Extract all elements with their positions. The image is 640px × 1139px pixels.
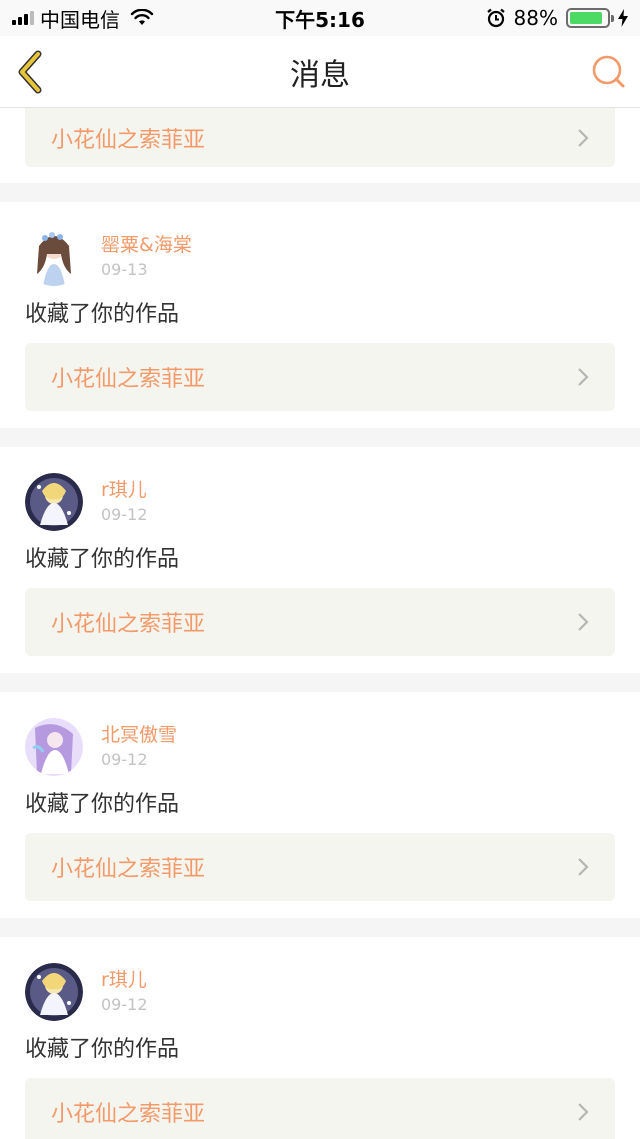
work-title: 小花仙之索菲亚 [51,612,206,637]
battery-icon [566,8,614,28]
user-row: 罂粟&海棠 09-13 [25,225,615,289]
action-text: 收藏了你的作品 [25,792,180,817]
card-divider [0,673,640,692]
message-date: 09-13 [101,260,148,279]
message-date: 09-12 [101,995,148,1014]
message-date: 09-12 [101,505,148,524]
work-title: 小花仙之索菲亚 [51,857,206,882]
work-title: 小花仙之索菲亚 [51,127,206,153]
message-card: 罂粟&海棠 09-13 收藏了你的作品 小花仙之索菲亚 [0,202,640,428]
work-link[interactable]: 小花仙之索菲亚 [25,833,615,901]
back-button[interactable] [12,50,52,94]
user-name[interactable]: 罂粟&海棠 [101,233,192,257]
battery-percent: 88% [513,6,558,30]
message-list: 小花仙之索菲亚 罂粟&海棠 09-13 收藏了你的作品 小花仙之索菲亚 r琪儿 … [0,108,640,1139]
message-date: 09-12 [101,750,148,769]
card-divider [0,428,640,447]
work-title: 小花仙之索菲亚 [51,1102,206,1127]
charging-icon [618,9,628,27]
work-link[interactable]: 小花仙之索菲亚 [25,1078,615,1139]
chevron-right-icon [578,858,589,876]
page-title: 消息 [290,57,350,93]
work-title: 小花仙之索菲亚 [51,367,206,392]
user-name[interactable]: r琪儿 [101,968,148,992]
chevron-right-icon [578,368,589,386]
action-text: 收藏了你的作品 [25,1037,180,1062]
action-text: 收藏了你的作品 [25,302,180,327]
avatar[interactable] [25,228,83,286]
chevron-right-icon [578,128,589,147]
card-divider [0,918,640,937]
avatar[interactable] [25,718,83,776]
status-bar: 中国电信 下午5:16 88% [0,0,640,36]
message-card: r琪儿 09-12 收藏了你的作品 小花仙之索菲亚 [0,447,640,673]
wifi-icon [130,9,154,25]
chevron-right-icon [578,613,589,631]
user-row: 北冥傲雪 09-12 [25,715,615,779]
work-link[interactable]: 小花仙之索菲亚 [25,108,615,167]
work-link[interactable]: 小花仙之索菲亚 [25,588,615,656]
message-card: r琪儿 09-12 收藏了你的作品 小花仙之索菲亚 [0,937,640,1139]
messages-screen: 中国电信 下午5:16 88% 消息 小花仙之索菲亚 罂粟&海棠 09-13 收… [0,0,640,1139]
chevron-right-icon [578,1103,589,1121]
action-text: 收藏了你的作品 [25,547,180,572]
avatar[interactable] [25,963,83,1021]
user-name[interactable]: 北冥傲雪 [101,723,177,747]
message-card: 北冥傲雪 09-12 收藏了你的作品 小花仙之索菲亚 [0,692,640,918]
work-link[interactable]: 小花仙之索菲亚 [25,343,615,411]
user-row: r琪儿 09-12 [25,470,615,534]
card-divider [0,183,640,202]
nav-bar: 消息 [0,36,640,108]
search-button[interactable] [590,54,626,90]
avatar[interactable] [25,473,83,531]
signal-icon [12,11,34,25]
user-row: r琪儿 09-12 [25,960,615,1024]
alarm-icon [486,8,505,28]
carrier-label: 中国电信 [40,7,120,32]
message-card: 小花仙之索菲亚 [0,108,640,183]
battery-fill [570,12,602,24]
user-name[interactable]: r琪儿 [101,478,148,502]
